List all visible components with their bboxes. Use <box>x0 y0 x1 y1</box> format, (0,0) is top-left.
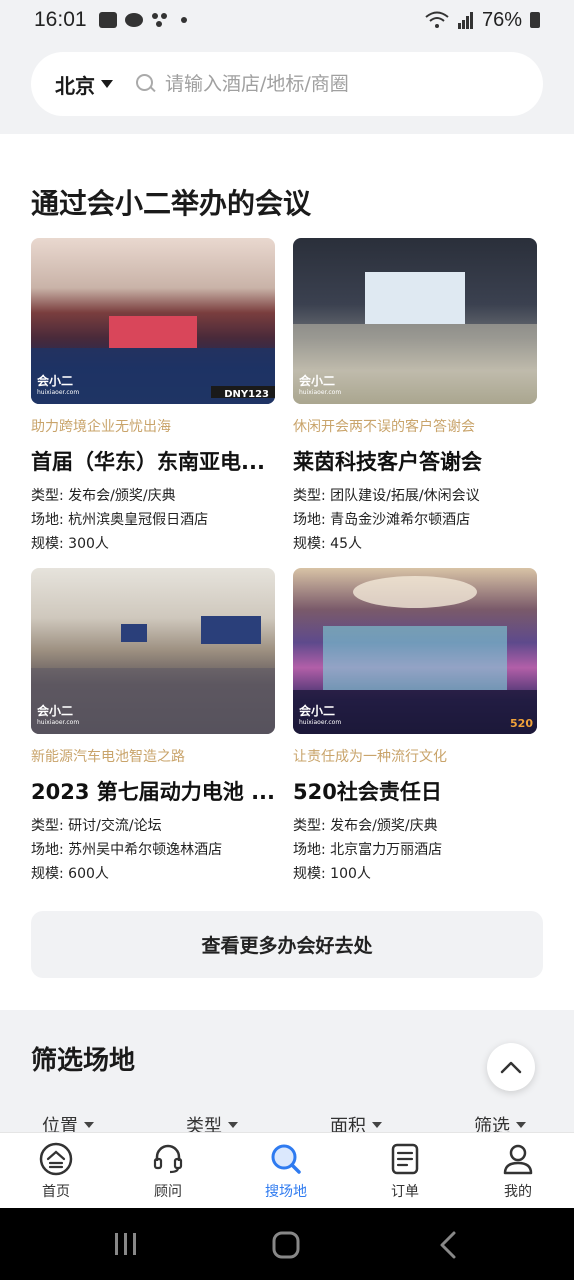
meeting-photo: 会小二 huixiaoer.com 520 <box>293 568 537 734</box>
battery-icon <box>530 12 540 28</box>
tab-home[interactable]: 首页 <box>16 1133 96 1209</box>
photo-overlay-text: 520 <box>510 717 533 730</box>
caret-down-icon <box>101 80 113 88</box>
tab-search-venue[interactable]: 搜场地 <box>246 1133 326 1209</box>
meeting-venue: 场地: 北京富力万丽酒店 <box>293 842 443 858</box>
meeting-name: 莱茵科技客户答谢会 <box>293 450 482 474</box>
view-more-button[interactable]: 查看更多办会好去处 <box>31 911 543 978</box>
app-notification-icon <box>151 13 167 27</box>
wifi-icon <box>425 11 449 28</box>
meeting-photo: 会小二 huixiaoer.com DNY123 <box>31 238 275 404</box>
meeting-card[interactable]: 会小二 huixiaoer.com 休闲开会两不误的客户答谢会 莱茵科技客户答谢会… <box>293 238 537 556</box>
meeting-name: 2023 第七届动力电池 ... <box>31 780 275 804</box>
more-notifications-icon <box>180 17 187 23</box>
meeting-type: 类型: 发布会/颁奖/庆典 <box>293 818 438 834</box>
meeting-type: 类型: 研讨/交流/论坛 <box>31 818 162 834</box>
meeting-type: 类型: 团队建设/拓展/休闲会议 <box>293 488 480 504</box>
filter-title: 筛选场地 <box>31 1046 136 1076</box>
photo-overlay-text: DNY123 <box>224 389 269 400</box>
meeting-scale: 规模: 300人 <box>31 536 109 552</box>
meeting-scale: 规模: 600人 <box>31 866 109 882</box>
meeting-tag: 让责任成为一种流行文化 <box>293 749 447 765</box>
watermark-logo: 会小二 huixiaoer.com <box>299 704 342 726</box>
chevron-up-icon <box>500 1061 522 1074</box>
bottom-tab-bar: 首页 顾问 搜场地 订单 我的 <box>0 1132 574 1208</box>
scroll-top-button[interactable] <box>487 1043 535 1091</box>
caret-down-icon <box>84 1122 94 1128</box>
caret-down-icon <box>372 1122 382 1128</box>
signal-icon <box>457 12 473 29</box>
recent-apps-icon[interactable] <box>112 1230 140 1258</box>
search-input[interactable] <box>165 73 465 95</box>
profile-icon <box>503 1144 533 1175</box>
meeting-card[interactable]: 会小二 huixiaoer.com 520 让责任成为一种流行文化 520社会责任… <box>293 568 537 886</box>
city-label: 北京 <box>55 73 95 98</box>
meeting-photo: 会小二 huixiaoer.com <box>31 568 275 734</box>
meeting-venue: 场地: 青岛金沙滩希尔顿酒店 <box>293 512 471 528</box>
meeting-venue: 场地: 苏州吴中希尔顿逸林酒店 <box>31 842 223 858</box>
meeting-scale: 规模: 100人 <box>293 866 371 882</box>
tab-orders[interactable]: 订单 <box>365 1133 445 1209</box>
caret-down-icon <box>228 1122 238 1128</box>
status-time: 16:01 <box>34 8 87 31</box>
status-bar: 16:01 76% <box>0 0 574 40</box>
meeting-card[interactable]: 会小二 huixiaoer.com DNY123 助力跨境企业无忧出海 首届（华东… <box>31 238 275 556</box>
meeting-type: 类型: 发布会/颁奖/庆典 <box>31 488 176 504</box>
meeting-tag: 助力跨境企业无忧出海 <box>31 419 171 435</box>
meeting-name: 首届（华东）东南亚电... <box>31 450 265 474</box>
meeting-card[interactable]: 会小二 huixiaoer.com 新能源汽车电池智造之路 2023 第七届动力电… <box>31 568 275 886</box>
section-title: 通过会小二举办的会议 <box>31 187 312 220</box>
meetings-section: 通过会小二举办的会议 会小二 huixiaoer.com DNY123 助力跨境企… <box>0 134 574 1010</box>
gallery-notification-icon <box>98 12 117 28</box>
search-bar: 北京 <box>31 52 543 116</box>
meeting-tag: 休闲开会两不误的客户答谢会 <box>293 419 475 435</box>
meeting-name: 520社会责任日 <box>293 780 442 804</box>
search-icon <box>271 1144 301 1174</box>
watermark-logo: 会小二 huixiaoer.com <box>299 374 342 396</box>
meeting-tag: 新能源汽车电池智造之路 <box>31 749 185 765</box>
cloud-notification-icon <box>124 13 143 27</box>
tab-advisor[interactable]: 顾问 <box>128 1133 208 1209</box>
watermark-logo: 会小二 huixiaoer.com <box>37 374 80 396</box>
system-nav-bar <box>0 1208 574 1280</box>
caret-down-icon <box>516 1122 526 1128</box>
tab-profile[interactable]: 我的 <box>478 1133 558 1209</box>
meeting-photo: 会小二 huixiaoer.com <box>293 238 537 404</box>
battery-percent: 76% <box>481 8 522 31</box>
home-nav-icon[interactable] <box>271 1230 301 1260</box>
order-icon <box>391 1143 419 1175</box>
meeting-venue: 场地: 杭州滨奥皇冠假日酒店 <box>31 512 209 528</box>
home-icon <box>39 1142 73 1176</box>
watermark-logo: 会小二 huixiaoer.com <box>37 704 80 726</box>
search-icon <box>135 73 157 95</box>
headset-icon <box>153 1144 183 1174</box>
meeting-scale: 规模: 45人 <box>293 536 362 552</box>
city-selector[interactable]: 北京 <box>55 70 113 99</box>
back-icon[interactable] <box>436 1230 460 1260</box>
